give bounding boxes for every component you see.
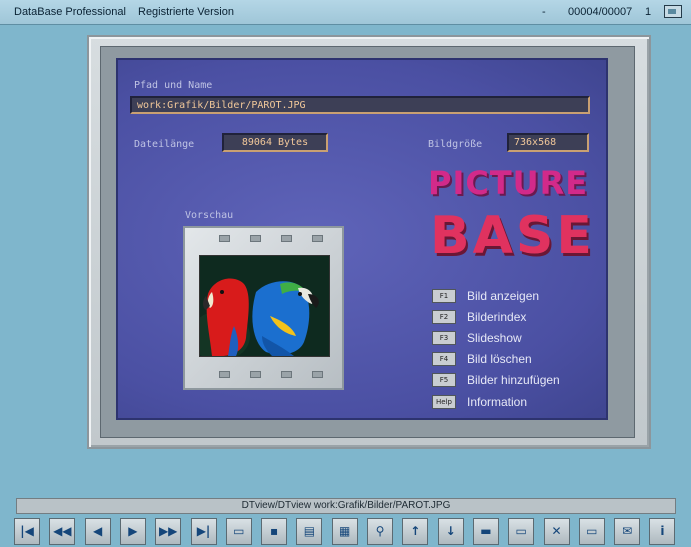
menu-label[interactable]: Bild anzeigen	[467, 289, 539, 303]
folders-button[interactable]: ▭	[578, 518, 605, 545]
f2-key-icon[interactable]: F2	[432, 310, 456, 324]
parrot-illustration	[200, 256, 329, 356]
next-icon: ▶	[128, 524, 138, 538]
screen-depth-icon[interactable]	[664, 5, 682, 18]
logo-base-text: BASE	[430, 206, 595, 266]
delete-folder-button[interactable]: ✕	[543, 518, 570, 545]
f4-key-icon[interactable]: F4	[432, 352, 456, 366]
path-field[interactable]: work:Grafik/Bilder/PAROT.JPG	[130, 96, 590, 114]
menu-label[interactable]: Bilder hinzufügen	[467, 373, 560, 387]
magnifier-button[interactable]: ⚲	[367, 518, 393, 545]
last-record-icon: ▶|	[196, 524, 211, 538]
previous-icon: ◀	[92, 524, 103, 538]
cards-icon: ▦	[339, 524, 351, 538]
mail-button[interactable]: ✉	[614, 518, 641, 545]
help-key-icon[interactable]: Help	[432, 395, 456, 409]
folder-icon: ▭	[515, 524, 527, 538]
arrow-up-icon: ↑	[410, 524, 421, 538]
frame-notch	[219, 371, 230, 378]
app-title: DataBase Professional	[14, 6, 126, 18]
folder-button[interactable]: ▭	[508, 518, 535, 545]
frame-notch	[250, 235, 261, 242]
arrow-down-button[interactable]: ↓	[437, 518, 464, 545]
open-folder-icon: ▭	[233, 524, 245, 538]
file-size-field[interactable]: 89064 Bytes	[222, 133, 328, 152]
arrow-up-button[interactable]: ↑	[402, 518, 429, 545]
cards-button[interactable]: ▦	[331, 518, 358, 545]
keyboard-button[interactable]: ▤	[296, 518, 323, 545]
frame-notch	[312, 235, 323, 242]
first-record-button[interactable]: |◀	[14, 518, 40, 545]
page-number: 1	[645, 6, 652, 18]
info-icon: i	[660, 524, 665, 538]
toolbar: |◀ ◀◀ ◀ ▶ ▶▶ ▶| ▭ ▪ ▤ ▦ ⚲ ↑ ↓ ▬ ▭ ✕ ▭ ✉ i	[14, 518, 691, 547]
image-size-label: Bildgröße	[428, 139, 483, 150]
image-size-field[interactable]: 736x568	[507, 133, 589, 152]
minimize-button[interactable]: -	[542, 6, 546, 18]
f3-key-icon[interactable]: F3	[432, 331, 456, 345]
file-size-label: Dateilänge	[134, 139, 195, 150]
preview-label: Vorschau	[185, 210, 234, 221]
next-button[interactable]: ▶	[119, 518, 146, 545]
rewind-button[interactable]: ◀◀	[49, 518, 76, 545]
frame-notch	[219, 235, 230, 242]
f1-key-icon[interactable]: F1	[432, 289, 456, 303]
frame-notch	[250, 371, 261, 378]
arrow-down-icon: ↓	[445, 524, 456, 538]
menu-label[interactable]: Information	[467, 395, 527, 409]
info-button[interactable]: i	[649, 518, 676, 545]
fast-forward-icon: ▶▶	[158, 524, 178, 538]
delete-folder-icon: ✕	[551, 524, 562, 538]
first-record-icon: |◀	[20, 524, 34, 538]
open-folder-button[interactable]: ▭	[225, 518, 252, 545]
frame-notch	[312, 371, 323, 378]
menu-label[interactable]: Bild löschen	[467, 352, 532, 366]
last-record-button[interactable]: ▶|	[190, 518, 217, 545]
mail-icon: ✉	[622, 524, 633, 538]
previous-button[interactable]: ◀	[84, 518, 111, 545]
fast-forward-button[interactable]: ▶▶	[155, 518, 182, 545]
folders-icon: ▭	[586, 524, 598, 538]
path-label: Pfad und Name	[134, 80, 213, 91]
rewind-icon: ◀◀	[53, 524, 72, 538]
magnifier-icon: ⚲	[375, 524, 385, 538]
registration-label: Registrierte Version	[138, 6, 234, 18]
status-bar: DTview/DTview work:Grafik/Bilder/PAROT.J…	[16, 498, 676, 514]
record-counter: 00004/00007	[568, 6, 633, 18]
menu-label[interactable]: Slideshow	[467, 331, 522, 345]
menu-label[interactable]: Bilderindex	[467, 310, 526, 324]
parrot-preview-image[interactable]	[199, 255, 330, 357]
save-disk-icon: ▪	[270, 524, 279, 538]
save-disk-button[interactable]: ▪	[261, 518, 288, 545]
box-button[interactable]: ▬	[472, 518, 499, 545]
frame-notch	[281, 371, 292, 378]
title-bar: DataBase Professional Registrierte Versi…	[0, 0, 691, 25]
box-icon: ▬	[480, 524, 492, 538]
logo-picture-text: PICTURE	[428, 164, 589, 202]
f5-key-icon[interactable]: F5	[432, 373, 456, 387]
frame-notch	[281, 235, 292, 242]
keyboard-icon: ▤	[303, 524, 316, 538]
